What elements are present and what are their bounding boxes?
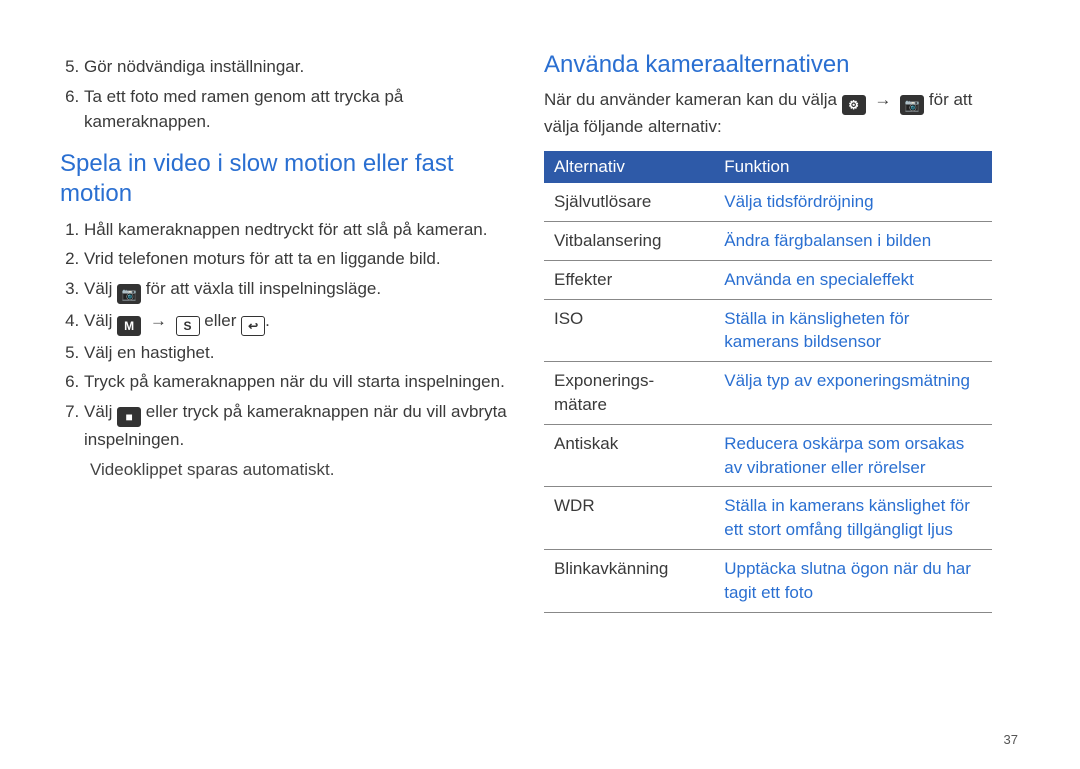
opt-name: Exponerings- mätare bbox=[544, 362, 714, 425]
table-row: WDRStälla in kamerans känslighet för ett… bbox=[544, 487, 992, 550]
menu-icon: M bbox=[117, 316, 141, 336]
gear-icon: ⚙ bbox=[842, 95, 866, 115]
opt-name: Effekter bbox=[544, 260, 714, 299]
slowmo-step-list: Håll kameraknappen nedtryckt för att slå… bbox=[60, 217, 510, 453]
section-heading-slowmo: Spela in video i slow motion eller fast … bbox=[60, 149, 510, 209]
opt-desc: Ställa in kamerans känslighet för ett st… bbox=[714, 487, 992, 550]
table-row: SjälvutlösareVälja tidsfördröjning bbox=[544, 183, 992, 221]
step-item: Välj 📷 för att växla till inspelningsläg… bbox=[84, 276, 510, 304]
step-item: Välj en hastighet. bbox=[84, 340, 510, 366]
lead-text: När du använder kameran kan du välja bbox=[544, 90, 842, 109]
opt-desc: Reducera oskärpa som orsakas av vibratio… bbox=[714, 424, 992, 487]
opt-name: Antiskak bbox=[544, 424, 714, 487]
table-row: BlinkavkänningUpptäcka slutna ögon när d… bbox=[544, 549, 992, 612]
col-funktion: Funktion bbox=[714, 151, 992, 183]
fast-motion-icon: S bbox=[176, 316, 200, 336]
table-header-row: Alternativ Funktion bbox=[544, 151, 992, 183]
opt-desc: Använda en specialeffekt bbox=[714, 260, 992, 299]
opt-name: Vitbalansering bbox=[544, 222, 714, 261]
options-lead: När du använder kameran kan du välja ⚙ →… bbox=[544, 88, 992, 139]
slow-motion-icon: ↩ bbox=[241, 316, 265, 336]
camera-icon: 📷 bbox=[900, 95, 924, 115]
opt-desc: Ställa in känsligheten för kamerans bild… bbox=[714, 299, 992, 362]
opt-name: ISO bbox=[544, 299, 714, 362]
col-alternativ: Alternativ bbox=[544, 151, 714, 183]
table-row: EffekterAnvända en specialeffekt bbox=[544, 260, 992, 299]
step-item: Välj M → S eller ↩. bbox=[84, 308, 510, 336]
page-number: 37 bbox=[1004, 732, 1018, 747]
arrow-icon: → bbox=[870, 88, 895, 112]
opt-desc: Välja typ av exponeringsmätning bbox=[714, 362, 992, 425]
opt-desc: Ändra färgbalansen i bilden bbox=[714, 222, 992, 261]
camera-icon: 📷 bbox=[117, 284, 141, 304]
opt-name: Blinkavkänning bbox=[544, 549, 714, 612]
stop-icon: ■ bbox=[117, 407, 141, 427]
step-item: Gör nödvändiga inställningar. bbox=[84, 54, 510, 80]
manual-page: Gör nödvändiga inställningar. Ta ett fot… bbox=[0, 0, 1080, 769]
step-item: Håll kameraknappen nedtryckt för att slå… bbox=[84, 217, 510, 243]
options-table: Alternativ Funktion SjälvutlösareVälja t… bbox=[544, 151, 992, 612]
table-row: AntiskakReducera oskärpa som orsakas av … bbox=[544, 424, 992, 487]
step-item: Tryck på kameraknappen när du vill start… bbox=[84, 369, 510, 395]
step-item: Välj ■ eller tryck på kameraknappen när … bbox=[84, 399, 510, 453]
table-row: Exponerings- mätareVälja typ av exponeri… bbox=[544, 362, 992, 425]
table-row: ISOStälla in känsligheten för kamerans b… bbox=[544, 299, 992, 362]
right-column: Använda kameraalternativen När du använd… bbox=[544, 50, 992, 613]
step-item: Ta ett foto med ramen genom att trycka p… bbox=[84, 84, 510, 135]
section-heading-options: Använda kameraalternativen bbox=[544, 50, 992, 80]
continued-step-list: Gör nödvändiga inställningar. Ta ett fot… bbox=[60, 54, 510, 135]
auto-save-note: Videoklippet sparas automatiskt. bbox=[90, 460, 510, 480]
left-column: Gör nödvändiga inställningar. Ta ett fot… bbox=[60, 50, 510, 613]
opt-desc: Välja tidsfördröjning bbox=[714, 183, 992, 221]
opt-desc: Upptäcka slutna ögon när du har tagit et… bbox=[714, 549, 992, 612]
two-column-layout: Gör nödvändiga inställningar. Ta ett fot… bbox=[60, 50, 1020, 613]
arrow-icon: → bbox=[146, 308, 171, 334]
table-row: VitbalanseringÄndra färgbalansen i bilde… bbox=[544, 222, 992, 261]
opt-name: Självutlösare bbox=[544, 183, 714, 221]
opt-name: WDR bbox=[544, 487, 714, 550]
step-item: Vrid telefonen moturs för att ta en ligg… bbox=[84, 246, 510, 272]
